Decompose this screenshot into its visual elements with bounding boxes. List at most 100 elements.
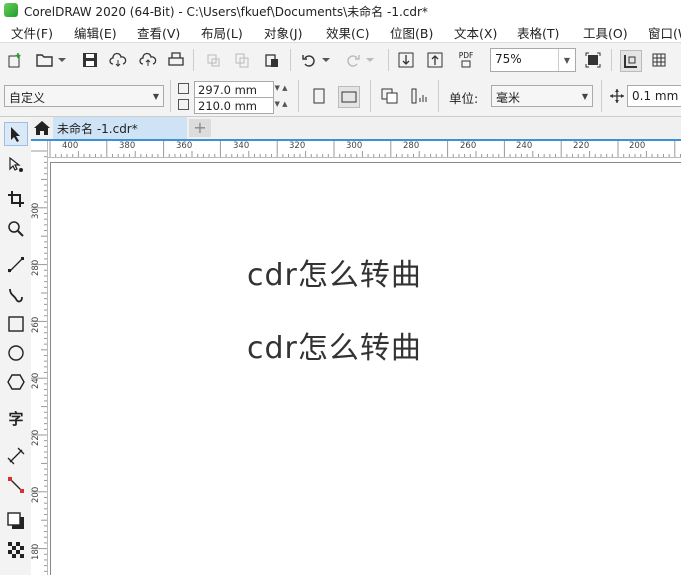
open-folder-icon[interactable] (35, 50, 55, 70)
toolbar-separator (290, 49, 291, 71)
nudge-distance-field[interactable]: 0.1 mm (627, 85, 681, 107)
all-pages-icon[interactable] (380, 86, 400, 106)
toolbar-separator (370, 80, 371, 112)
ruler-label: 360 (176, 141, 193, 151)
width-spinner[interactable]: ▼ ▲ (272, 81, 290, 96)
parallel-dimension-tool-icon[interactable] (4, 444, 28, 468)
redo-dropdown-chevron-icon[interactable] (364, 50, 376, 70)
width-icon (178, 83, 189, 94)
freehand-tool-icon[interactable] (4, 253, 28, 277)
portrait-orientation-icon[interactable] (309, 86, 329, 106)
publish-pdf-button[interactable]: PDF (454, 50, 478, 70)
toolbar-separator (438, 80, 439, 112)
menu-tools[interactable]: 工具(O) (583, 23, 628, 42)
property-bar: 自定义 ▼ 297.0 mm ▼ ▲ 210.0 mm ▼ ▲ 毫米 ▼ (0, 76, 681, 117)
height-spinner[interactable]: ▼ ▲ (272, 97, 290, 112)
ruler-label: 300 (31, 202, 41, 219)
polygon-tool-icon[interactable] (4, 370, 28, 394)
zoom-level-combo[interactable]: 75% ▼ (490, 48, 576, 72)
ruler-label: 340 (233, 141, 250, 151)
page-height-value: 210.0 mm (198, 99, 257, 113)
show-grid-icon[interactable] (649, 50, 669, 70)
menu-table[interactable]: 表格(T) (517, 23, 559, 42)
chevron-down-icon[interactable]: ▼ (558, 49, 575, 71)
crop-tool-icon[interactable] (4, 187, 28, 211)
page-size-preset-value: 自定义 (9, 91, 46, 105)
full-screen-icon[interactable] (583, 50, 603, 70)
print-icon[interactable] (166, 50, 186, 70)
shape-tool-icon[interactable] (4, 153, 28, 177)
page-width-field[interactable]: 297.0 mm ▼ ▲ (178, 81, 290, 98)
cut-icon[interactable] (203, 50, 223, 70)
landscape-orientation-icon[interactable] (338, 86, 360, 108)
connector-tool-icon[interactable] (4, 473, 28, 497)
menu-bitmaps[interactable]: 位图(B) (390, 23, 433, 42)
undo-dropdown-chevron-icon[interactable] (320, 50, 332, 70)
show-rulers-icon[interactable] (620, 50, 642, 72)
menu-text[interactable]: 文本(X) (454, 23, 497, 42)
redo-icon[interactable] (343, 50, 363, 70)
toolbar-separator (298, 80, 299, 112)
ruler-label: 220 (31, 429, 41, 446)
artistic-media-tool-icon[interactable] (4, 283, 28, 307)
document-tab-label: 未命名 -1.cdr* (57, 122, 138, 136)
paste-icon[interactable] (262, 50, 282, 70)
toolbar-separator (601, 80, 602, 112)
units-value: 毫米 (496, 91, 521, 105)
height-icon (178, 99, 189, 110)
ruler-label: 260 (460, 141, 477, 151)
menu-effects[interactable]: 效果(C) (326, 23, 369, 42)
ruler-label: 280 (403, 141, 420, 151)
document-tab[interactable]: 未命名 -1.cdr* (53, 117, 187, 139)
rectangle-tool-icon[interactable] (4, 312, 28, 336)
pdf-label: PDF (458, 51, 474, 60)
units-select[interactable]: 毫米 ▼ (491, 85, 593, 107)
ellipse-tool-icon[interactable] (4, 341, 28, 365)
current-page-icon[interactable] (410, 86, 430, 106)
undo-icon[interactable] (299, 50, 319, 70)
open-dropdown-chevron-icon[interactable] (56, 50, 68, 70)
ruler-label: 220 (573, 141, 590, 151)
ruler-label: 400 (62, 141, 79, 151)
ruler-label: 260 (31, 316, 41, 333)
menu-layout[interactable]: 布局(L) (201, 23, 243, 42)
save-icon[interactable] (80, 50, 100, 70)
export-icon[interactable] (425, 50, 445, 70)
menu-object[interactable]: 对象(J) (264, 23, 302, 42)
welcome-home-icon[interactable] (33, 120, 51, 137)
nudge-distance-value: 0.1 mm (632, 89, 679, 103)
chevron-down-icon: ▼ (581, 92, 588, 101)
drop-shadow-tool-icon[interactable] (4, 509, 28, 533)
ruler-label: 240 (31, 372, 41, 389)
menu-bar: 文件(F) 编辑(E) 查看(V) 布局(L) 对象(J) 效果(C) 位图(B… (0, 20, 681, 42)
transparency-tool-icon[interactable] (4, 538, 28, 562)
copy-icon[interactable] (232, 50, 252, 70)
new-document-icon[interactable] (5, 50, 25, 70)
menu-edit[interactable]: 编辑(E) (74, 23, 117, 42)
pick-tool-icon[interactable] (4, 122, 28, 146)
page-height-field[interactable]: 210.0 mm ▼ ▲ (178, 97, 290, 114)
text-tool-icon[interactable]: 字 (4, 406, 28, 430)
vertical-ruler[interactable]: 300 280 260 240 220 200 180 (31, 141, 48, 575)
units-label: 单位: (449, 91, 479, 106)
zoom-value: 75% (495, 52, 522, 66)
cloud-upload-icon[interactable] (138, 50, 158, 70)
zoom-tool-icon[interactable] (4, 217, 28, 241)
import-icon[interactable] (396, 50, 416, 70)
new-tab-button[interactable]: + (189, 119, 211, 137)
ruler-label: 320 (289, 141, 306, 151)
standard-toolbar: PDF 75% ▼ (0, 42, 681, 78)
menu-file[interactable]: 文件(F) (11, 23, 53, 42)
horizontal-ruler[interactable]: 400 380 360 340 320 300 280 260 240 220 … (48, 141, 681, 158)
page-size-preset-select[interactable]: 自定义 ▼ (4, 85, 164, 107)
menu-view[interactable]: 查看(V) (137, 23, 180, 42)
ruler-label: 180 (31, 543, 41, 560)
toolbar-separator (611, 49, 612, 71)
canvas-text-object[interactable]: cdr怎么转曲 (247, 323, 422, 367)
menu-window[interactable]: 窗口(W) (648, 23, 681, 42)
canvas-text-object[interactable]: cdr怎么转曲 (247, 250, 422, 294)
ruler-label: 300 (346, 141, 363, 151)
cloud-download-icon[interactable] (108, 50, 128, 70)
document-tab-bar: 未命名 -1.cdr* + (31, 117, 681, 141)
page-border-left (50, 162, 51, 575)
